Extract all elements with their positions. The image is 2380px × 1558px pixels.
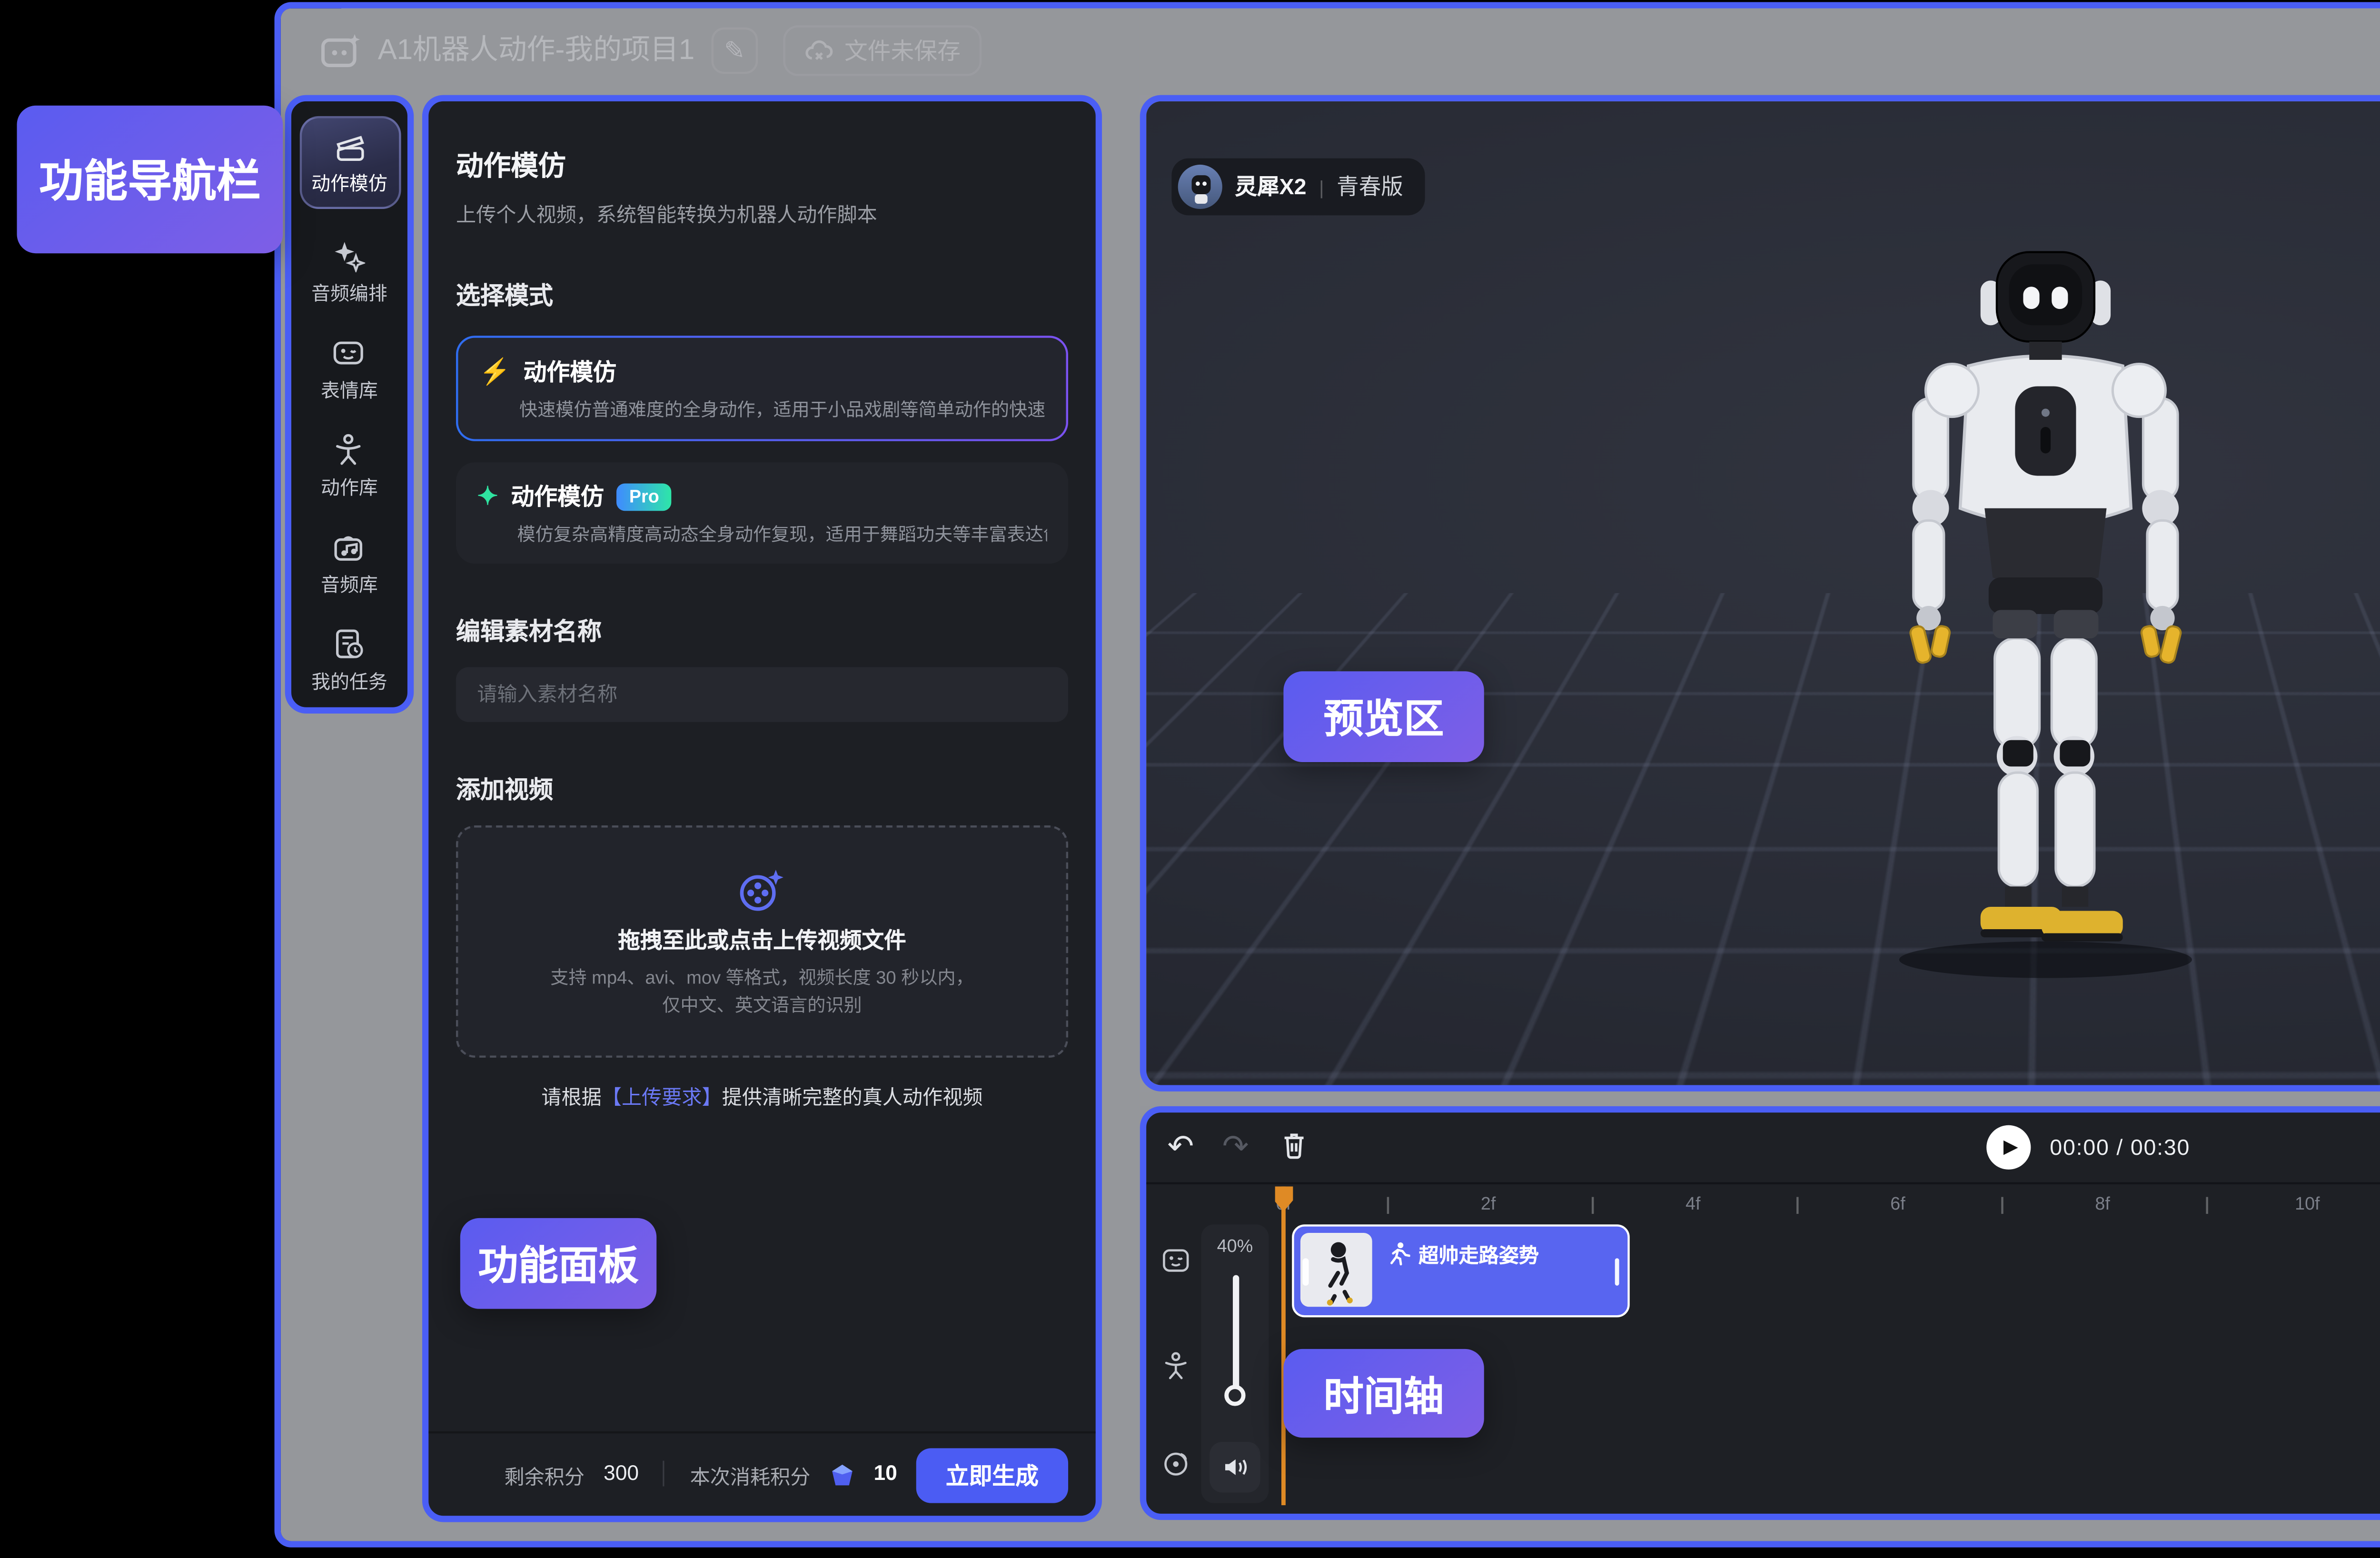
preview-area: 灵犀X2 | 青春版 Z Y	[1140, 95, 2380, 1092]
material-name-input[interactable]	[456, 667, 1068, 722]
film-reel-icon	[734, 866, 789, 917]
undo-button[interactable]: ↶	[1167, 1131, 1194, 1163]
volume-slider-handle[interactable]	[1224, 1385, 1245, 1406]
preview-viewport[interactable]: 灵犀X2 | 青春版 Z Y	[1146, 101, 2380, 1085]
mode-card-standard[interactable]: ⚡ 动作模仿 快速模仿普通难度的全身动作，适用于小品戏剧等简单动作的快速演绎	[456, 336, 1068, 441]
credits-label: 剩余积分	[505, 1460, 585, 1489]
upload-requirement-link[interactable]: 【上传要求】	[602, 1087, 722, 1111]
mode-name: 动作模仿	[524, 355, 616, 388]
running-person-icon	[1387, 1241, 1410, 1267]
cost-value: 10	[873, 1463, 897, 1486]
mode-section-title: 选择模式	[456, 278, 1068, 312]
mode-desc: 模仿复杂高精度高动态全身动作复现，适用于舞蹈功夫等丰富表达创作表演	[517, 521, 1047, 546]
play-button[interactable]: ▶	[1986, 1125, 2031, 1170]
volume-value: 40%	[1201, 1235, 1269, 1256]
speaker-icon	[1221, 1455, 1249, 1480]
generate-now-button[interactable]: 立即生成	[916, 1447, 1068, 1502]
annotation-timeline-label: 时间轴	[1283, 1349, 1484, 1438]
upload-hint-2: 仅中文、英文语言的识别	[550, 991, 973, 1016]
cost-label: 本次消耗积分	[690, 1460, 811, 1489]
clip-title: 超帅走路姿势	[1418, 1239, 1539, 1269]
credits-value: 300	[604, 1463, 639, 1486]
annotation-nav-label: 功能导航栏	[17, 106, 283, 253]
volume-slider-track[interactable]	[1232, 1275, 1238, 1398]
sparkle-icon: ✦	[477, 481, 498, 511]
timeline-toolbar: ↶ ↷ ▶ 00:00 / 00:30	[1146, 1112, 2380, 1184]
clip-trim-left[interactable]	[1302, 1258, 1308, 1286]
motion-track-icon[interactable]	[1161, 1351, 1190, 1380]
time-display: 00:00 / 00:30	[2050, 1136, 2190, 1161]
model-name: 灵犀X2	[1235, 171, 1306, 203]
panel-title: 动作模仿	[456, 101, 1068, 184]
pro-badge: Pro	[616, 482, 672, 510]
panel-footer: 剩余积分 300 │ 本次消耗积分 10 立即生成	[428, 1431, 1095, 1516]
robot-model[interactable]	[1822, 219, 2269, 992]
badge-divider: |	[1319, 176, 1324, 197]
sidebar-item-expression-library[interactable]: 表情库	[321, 336, 378, 403]
upload-hint-1: 支持 mp4、avi、mov 等格式，视频长度 30 秒以内，	[550, 966, 973, 991]
sidebar-item-motion-library[interactable]: 动作库	[321, 433, 378, 500]
model-badge: 灵犀X2 | 青春版	[1171, 159, 1424, 216]
playhead-line	[1282, 1186, 1286, 1505]
sidebar-item-my-tasks[interactable]: 我的任务	[311, 627, 387, 695]
sidebar-item-audio-library[interactable]: 音频库	[321, 530, 378, 597]
timeline-clip[interactable]: 超帅走路姿势	[1292, 1224, 1630, 1317]
sparkles-icon	[332, 238, 366, 272]
expression-track-icon[interactable]	[1161, 1246, 1190, 1275]
lightning-icon: ⚡	[479, 357, 511, 386]
annotation-panel-label: 功能面板	[460, 1218, 656, 1309]
audio-track-icon[interactable]	[1161, 1448, 1190, 1478]
redo-button[interactable]: ↷	[1222, 1131, 1249, 1163]
clapperboard-icon	[332, 130, 366, 164]
timeline-panel: ↶ ↷ ▶ 00:00 / 00:30	[1140, 1106, 2380, 1520]
mode-name: 动作模仿	[511, 479, 604, 513]
music-case-icon	[332, 530, 366, 564]
gem-icon	[829, 1462, 854, 1487]
panel-subtitle: 上传个人视频，系统智能转换为机器人动作脚本	[456, 198, 1068, 228]
annotation-preview-label: 预览区	[1283, 671, 1484, 762]
screenshot-stage: A1机器人动作-我的项目1 ✎ 文件未保存 合成并保存 下发到设备	[0, 0, 2380, 1558]
model-avatar	[1178, 165, 1222, 209]
clip-thumbnail	[1300, 1233, 1372, 1307]
sidebar-item-motion-mimic[interactable]: 动作模仿	[299, 116, 400, 209]
material-name-label: 编辑素材名称	[456, 615, 1068, 648]
upload-title: 拖拽至此或点击上传视频文件	[618, 926, 906, 958]
video-upload-dropzone[interactable]: 拖拽至此或点击上传视频文件 支持 mp4、avi、mov 等格式，视频长度 30…	[456, 825, 1068, 1058]
model-edition: 青春版	[1337, 171, 1403, 203]
app-window: A1机器人动作-我的项目1 ✎ 文件未保存 合成并保存 下发到设备	[275, 2, 2380, 1547]
volume-column: 40%	[1201, 1224, 1269, 1503]
task-clock-icon	[332, 627, 366, 661]
robot-face-icon	[332, 336, 366, 369]
delete-clip-button[interactable]	[1279, 1130, 1309, 1161]
clip-trim-right[interactable]	[1614, 1258, 1619, 1286]
mode-desc: 快速模仿普通难度的全身动作，适用于小品戏剧等简单动作的快速演绎	[519, 397, 1045, 422]
person-icon	[332, 433, 366, 466]
sidebar-item-audio-arrange[interactable]: 音频编排	[311, 238, 387, 306]
sidebar-nav: 动作模仿 音频编排 表情库 动作库 音频库 我的任务	[285, 95, 414, 714]
add-video-label: 添加视频	[456, 773, 1068, 806]
footer-divider: │	[658, 1463, 671, 1486]
mute-button[interactable]	[1210, 1442, 1260, 1492]
upload-requirement-note: 请根据【上传要求】提供清晰完整的真人动作视频	[456, 1081, 1068, 1111]
trash-icon	[1279, 1130, 1309, 1161]
mode-card-pro[interactable]: ✦ 动作模仿 Pro 模仿复杂高精度高动态全身动作复现，适用于舞蹈功夫等丰富表达…	[456, 462, 1068, 564]
